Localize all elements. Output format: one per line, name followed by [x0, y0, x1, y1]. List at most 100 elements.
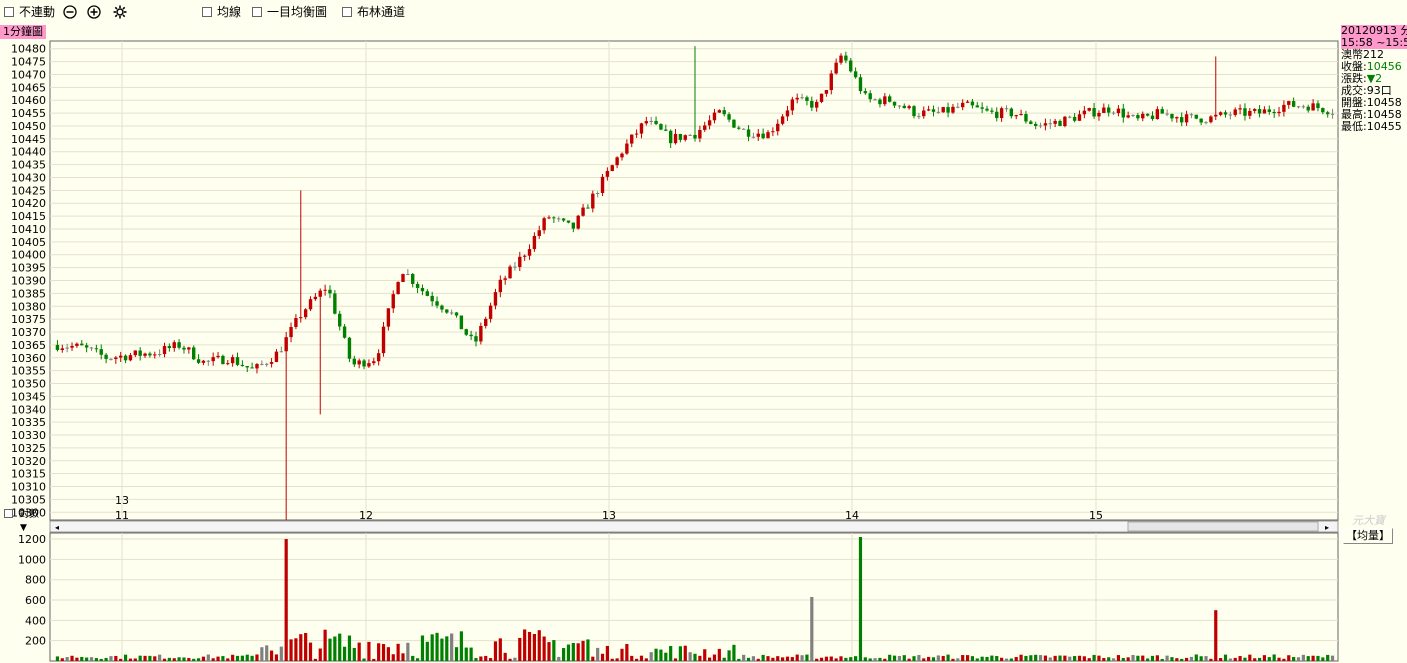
volume-bar	[226, 658, 230, 661]
candle-body	[751, 136, 756, 138]
candle-body	[1043, 123, 1048, 126]
candle-body	[834, 62, 838, 74]
volume-bar	[1311, 655, 1315, 661]
volume-bar	[1073, 656, 1077, 661]
volume-bar	[1068, 656, 1072, 661]
volume-bar	[634, 658, 639, 661]
candle-body	[649, 120, 653, 122]
volume-bar	[372, 658, 376, 661]
volume-bar	[80, 656, 84, 661]
candle-body	[372, 361, 376, 364]
volume-bar	[912, 656, 916, 661]
candle-body	[352, 358, 357, 365]
candle-body	[498, 279, 503, 293]
volume-bar	[274, 654, 279, 661]
volume-bar	[956, 658, 960, 661]
price-axis-tick-label: 10395	[11, 262, 46, 275]
candle-body	[995, 111, 999, 119]
volume-bar	[746, 657, 751, 661]
volume-bar	[430, 634, 434, 661]
volume-bar	[683, 645, 687, 661]
volume-bar	[615, 658, 619, 661]
scroll-left-arrow-icon[interactable]: ◂	[55, 523, 59, 532]
price-axis-tick-label: 10410	[11, 223, 46, 236]
volume-bar	[1131, 654, 1135, 661]
volume-bar	[1316, 655, 1320, 661]
candle-body	[965, 101, 970, 103]
candle-body	[532, 235, 537, 250]
panel-collapse-arrow-icon[interactable]: ▼	[20, 523, 27, 533]
volume-bar	[1170, 657, 1174, 661]
candle-body	[936, 111, 941, 113]
candle-body	[1184, 114, 1189, 123]
volume-bar	[970, 656, 975, 661]
candle-body	[464, 329, 468, 335]
candle-body	[313, 296, 318, 300]
candle-body	[245, 366, 249, 368]
candle-body	[216, 355, 220, 358]
volume-bar	[776, 656, 780, 661]
volume-average-button[interactable]: 【均量】	[1343, 528, 1393, 544]
volume-bar	[245, 654, 249, 661]
volume-bar	[547, 642, 551, 661]
volume-bar	[396, 643, 400, 661]
volume-bar	[858, 537, 863, 661]
candle-body	[883, 96, 887, 105]
candle-body	[415, 283, 420, 288]
log-scale-checkbox[interactable]	[4, 508, 13, 518]
volume-bar	[318, 648, 322, 661]
candle-body	[595, 193, 600, 195]
candle-body	[425, 291, 430, 296]
candle-body	[1301, 106, 1306, 108]
candle-body	[542, 218, 546, 231]
volume-bar	[1150, 655, 1155, 661]
candle-body	[133, 350, 138, 356]
volume-bar	[1287, 655, 1291, 661]
volume-bar	[1004, 658, 1009, 661]
volume-bar	[1189, 656, 1194, 661]
candle-body	[420, 287, 425, 292]
candle-body	[527, 249, 532, 256]
volume-bar	[177, 657, 181, 661]
candle-body	[1111, 112, 1116, 114]
candle-body	[269, 362, 274, 364]
candle-body	[780, 116, 785, 124]
candle-body	[600, 176, 605, 194]
volume-bar	[712, 654, 717, 661]
scroll-right-arrow-icon[interactable]: ▸	[1325, 523, 1329, 532]
volume-bar	[1141, 655, 1145, 661]
volume-bar	[951, 658, 955, 661]
volume-bar	[771, 657, 775, 661]
candle-body	[123, 355, 128, 361]
candle-body	[1102, 107, 1106, 113]
volume-bar	[445, 636, 449, 661]
scrollbar-thumb[interactable]	[1127, 521, 1319, 532]
candle-body	[673, 133, 678, 144]
candle-body	[634, 133, 639, 135]
volume-bar	[1000, 657, 1004, 661]
volume-axis-tick-label: 1000	[18, 553, 46, 566]
candle-body	[479, 325, 483, 342]
volume-bar	[65, 657, 69, 661]
candle-body	[839, 55, 843, 63]
candle-body	[1316, 103, 1320, 109]
candle-body	[814, 101, 819, 108]
candle-body	[639, 123, 644, 134]
volume-bar	[581, 640, 585, 661]
volume-bar	[708, 657, 712, 661]
volume-bar	[927, 656, 931, 661]
candle-body	[187, 347, 191, 350]
candle-body	[654, 120, 658, 125]
volume-axis-tick-label: 600	[25, 594, 46, 607]
volume-bar	[1292, 657, 1296, 661]
candle-body	[201, 360, 206, 363]
candle-body	[162, 346, 167, 355]
volume-bar	[1053, 655, 1057, 661]
volume-bar	[863, 657, 867, 661]
candle-body	[1306, 106, 1310, 111]
log-scale-option[interactable]: 對數	[4, 508, 39, 521]
price-axis-tick-label: 10405	[11, 236, 46, 249]
candle-body	[1243, 108, 1247, 116]
volume-bar	[873, 658, 877, 661]
volume-axis-tick-label: 1200	[18, 533, 46, 546]
